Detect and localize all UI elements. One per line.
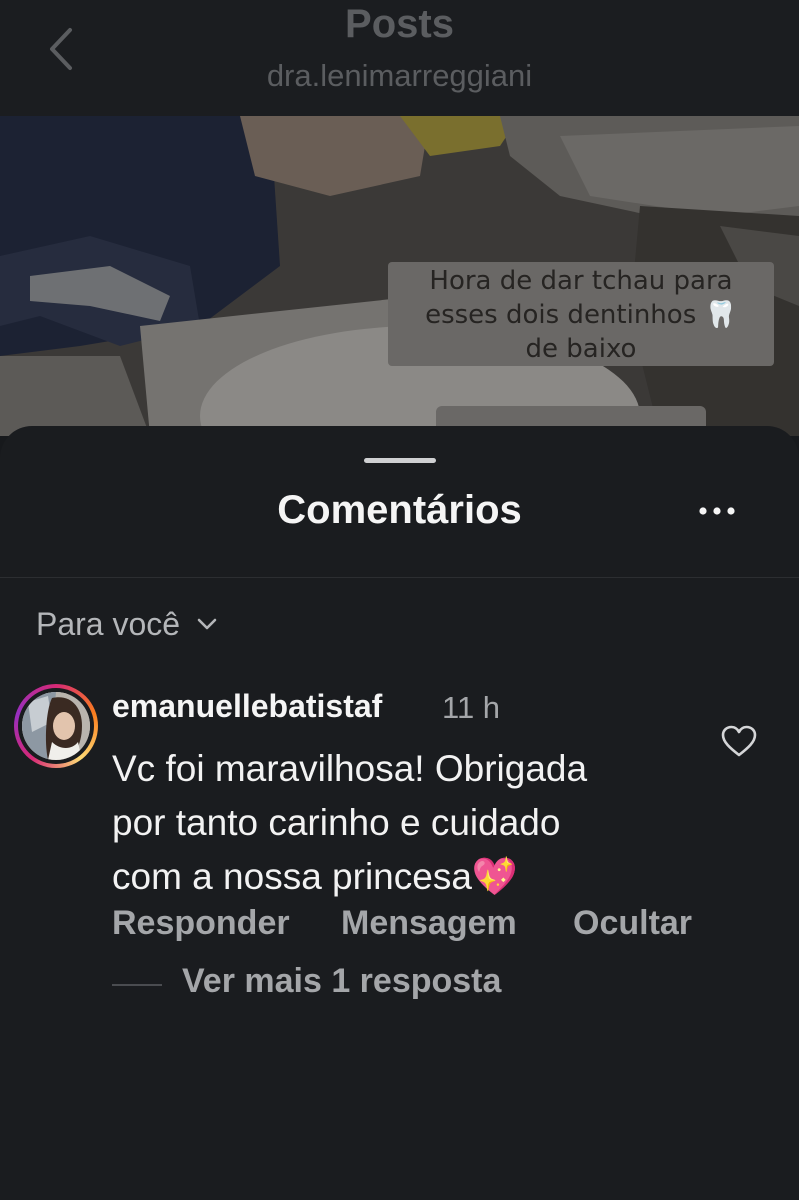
top-nav-bar: Posts dra.lenimarreggiani — [0, 0, 799, 116]
divider — [0, 577, 799, 578]
message-button[interactable]: Mensagem — [341, 904, 517, 943]
sheet-title: Comentários — [277, 488, 522, 532]
caption-line: de baixo — [525, 334, 637, 364]
more-horizontal-icon — [699, 507, 735, 515]
like-comment-button[interactable] — [720, 724, 758, 758]
user-photo — [22, 692, 90, 760]
page-title: Posts — [345, 2, 454, 46]
chevron-down-icon — [197, 618, 217, 630]
replies-connector-line — [112, 984, 162, 986]
comment-timestamp: 11 h — [442, 690, 501, 725]
comment-text-line: Vc foi maravilhosa! Obrigada — [112, 748, 588, 789]
reply-button[interactable]: Responder — [112, 904, 290, 943]
sort-label: Para você — [36, 605, 181, 642]
comment-text: Vc foi maravilhosa! Obrigada por tanto c… — [112, 742, 672, 904]
comment-text-line: com a nossa princesa💖 — [112, 856, 518, 897]
more-options-button[interactable] — [692, 496, 742, 526]
post-caption-sticker: Hora de dar tchau para esses dois dentin… — [388, 262, 774, 366]
heart-outline-icon — [721, 725, 757, 757]
avatar-photo — [22, 692, 90, 760]
view-replies-label: Ver mais 1 resposta — [182, 962, 502, 1000]
post-image: Hora de dar tchau para esses dois dentin… — [0, 116, 799, 436]
caption-line: esses dois dentinhos 🦷 — [425, 300, 737, 330]
comment-text-line: por tanto carinho e cuidado — [112, 802, 561, 843]
profile-username[interactable]: dra.lenimarreggiani — [0, 58, 799, 94]
caption-line: Hora de dar tchau para — [429, 266, 733, 296]
comment-username[interactable]: emanuellebatistaf — [112, 688, 382, 725]
sheet-drag-handle[interactable] — [364, 458, 436, 463]
comment-sort-dropdown[interactable]: Para você — [36, 602, 218, 646]
hide-button[interactable]: Ocultar — [573, 904, 692, 943]
comments-sheet: Comentários Para você emanuellebatistaf … — [0, 426, 799, 1200]
avatar[interactable] — [14, 684, 98, 768]
